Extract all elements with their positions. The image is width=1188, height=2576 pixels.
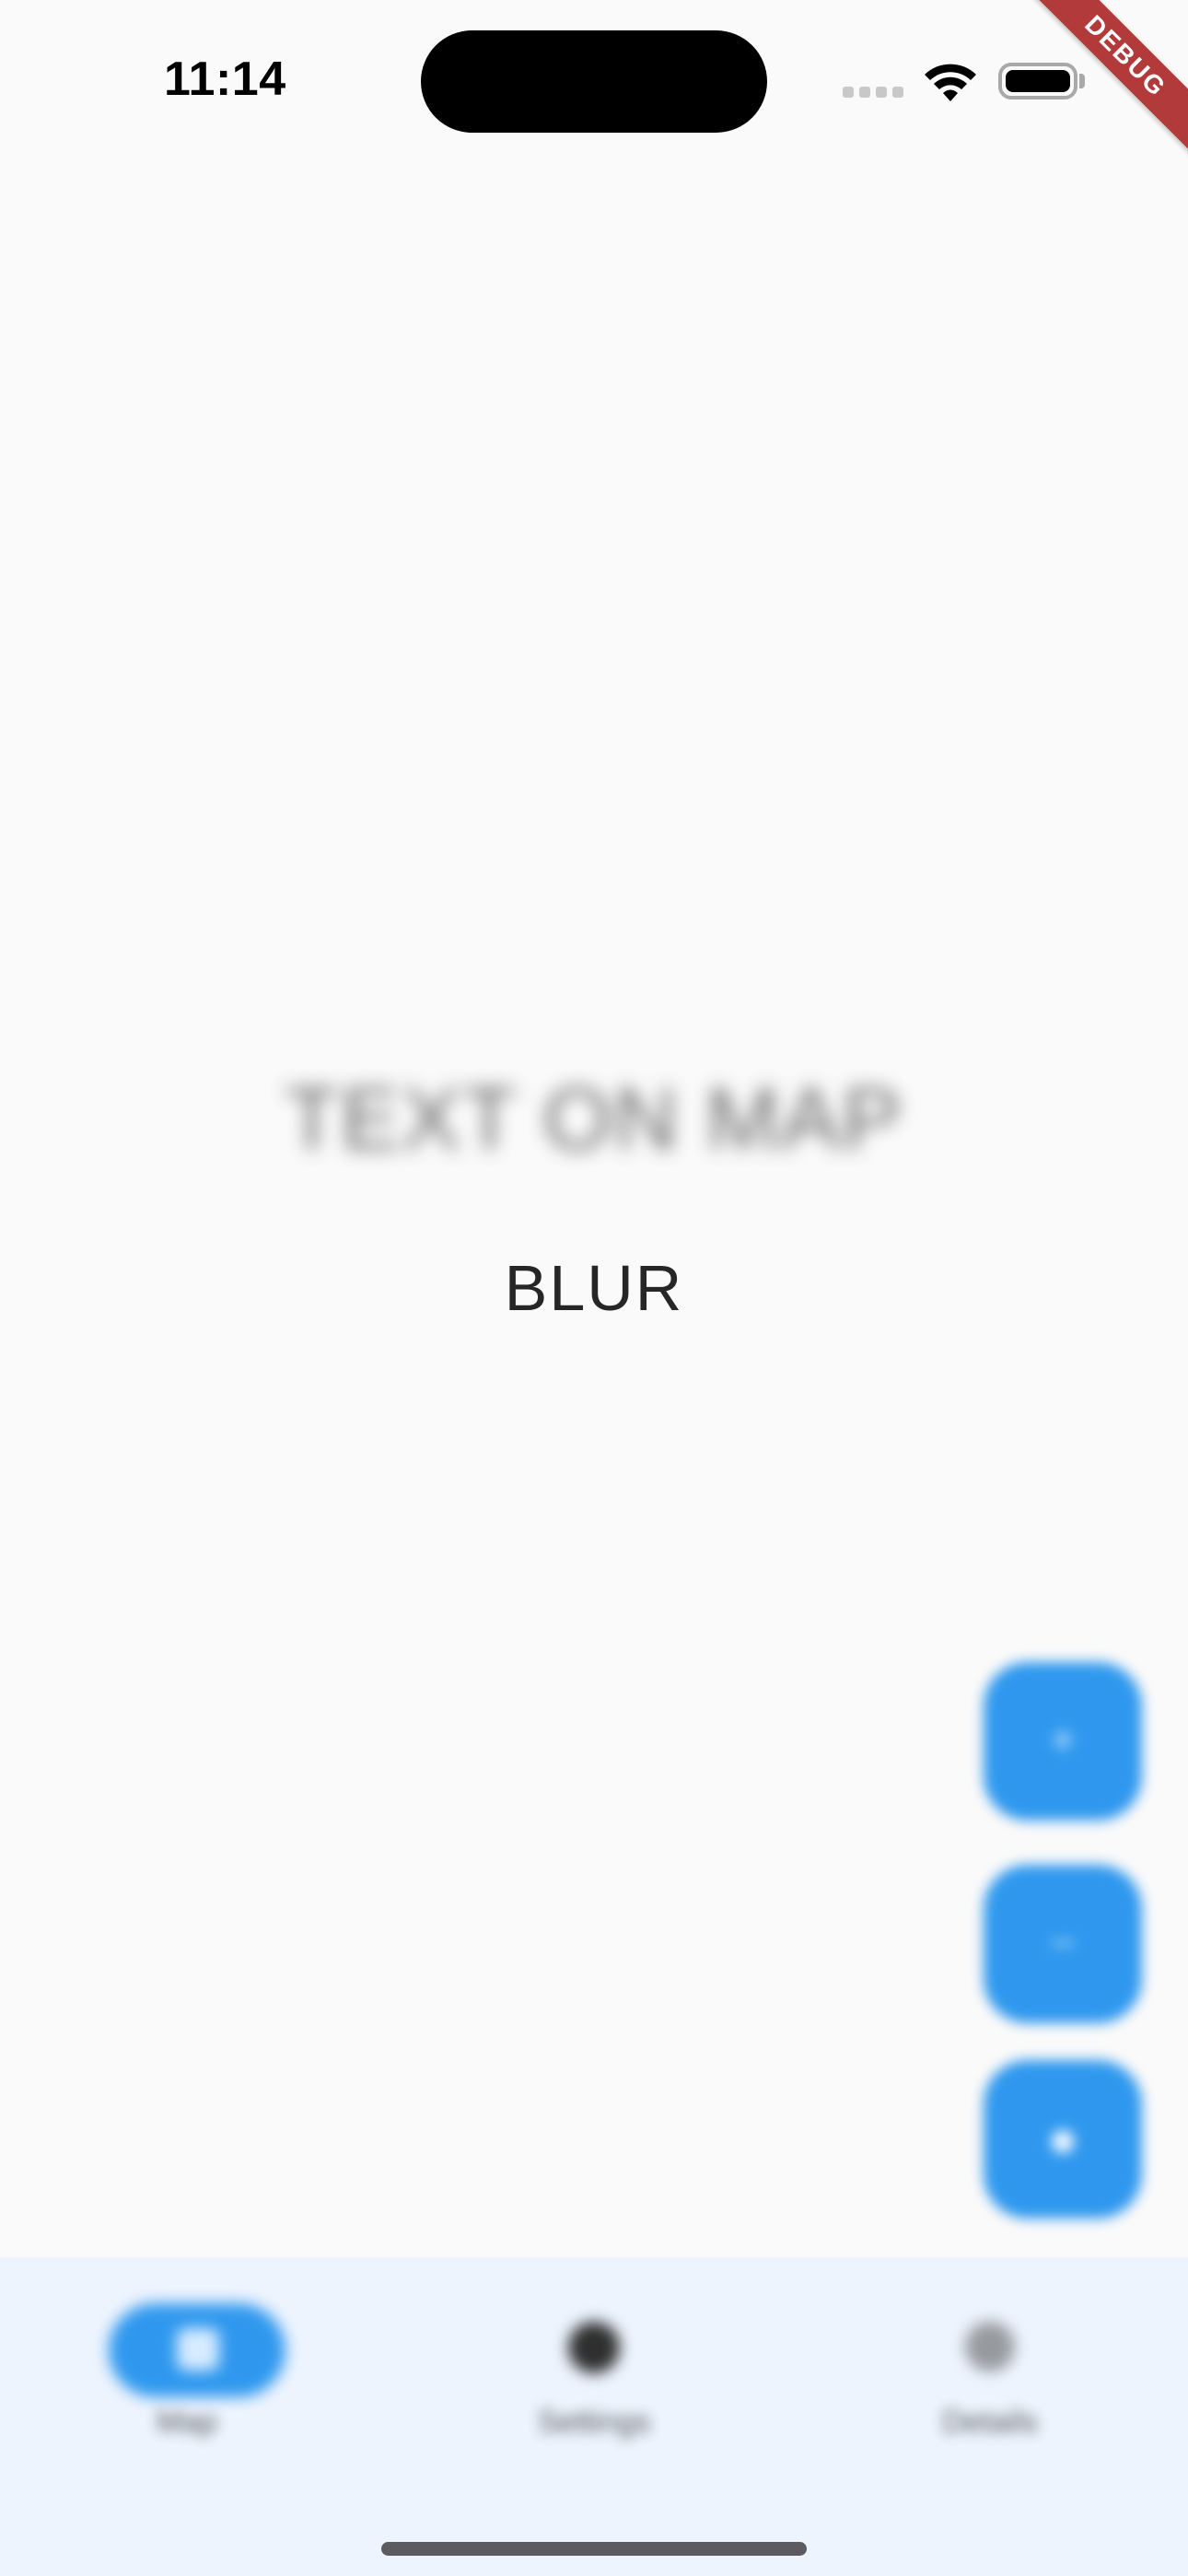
zoom-out-button[interactable]: − — [984, 1865, 1142, 2023]
blurred-map-text: TEXT ON MAP — [285, 1070, 903, 1168]
battery-icon — [998, 63, 1077, 100]
status-bar: 11:14 — [0, 0, 1188, 157]
dynamic-island — [421, 30, 767, 133]
zoom-in-button[interactable]: + — [984, 1662, 1142, 1821]
bottom-navigation-bar: Map Settings Details — [0, 2257, 1188, 2576]
app-screen: 11:14 DEBUG TEXT ON MAP BLUR + − ● Map S… — [0, 0, 1188, 2576]
wifi-icon — [925, 64, 976, 101]
map-icon — [177, 2328, 219, 2371]
battery-cap — [1079, 74, 1085, 88]
nav-item-map[interactable]: Map — [0, 2257, 396, 2469]
cellular-signal-icon — [843, 87, 905, 100]
gear-icon — [568, 2322, 620, 2373]
blur-label: BLUR — [504, 1252, 684, 1324]
nav-item-settings[interactable]: Settings — [396, 2257, 792, 2469]
nav-label-map: Map — [156, 2405, 218, 2440]
locate-button[interactable]: ● — [984, 2060, 1142, 2219]
battery-level — [1006, 70, 1070, 92]
nav-label-settings: Settings — [537, 2405, 651, 2440]
plus-icon: + — [1049, 1716, 1077, 1765]
nav-label-details: Details — [942, 2405, 1038, 2440]
status-time: 11:14 — [164, 53, 286, 106]
nav-item-details[interactable]: Details — [792, 2257, 1188, 2469]
location-icon: ● — [1046, 2109, 1079, 2169]
home-indicator[interactable] — [381, 2542, 807, 2556]
info-icon — [965, 2322, 1015, 2371]
minus-icon: − — [1049, 1919, 1077, 1968]
